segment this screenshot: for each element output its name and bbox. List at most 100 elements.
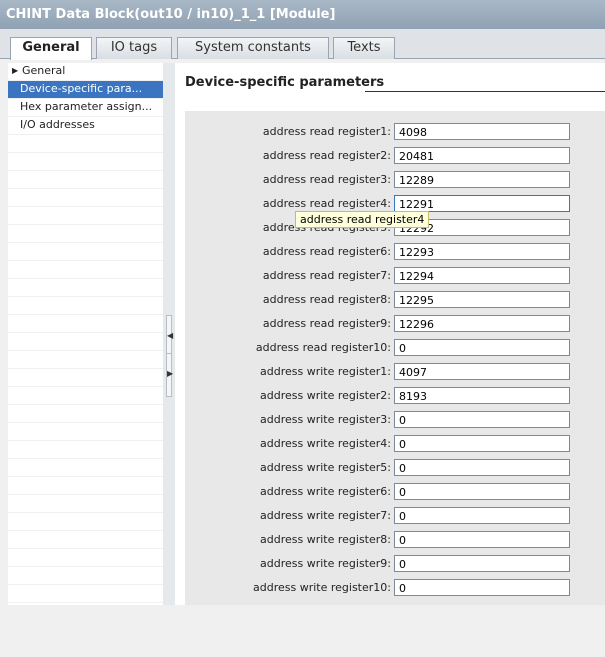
param-row: address read register1: 4098 [185,121,605,145]
tab-system-constants[interactable]: System constants [177,37,329,59]
param-row: address read register2: 20481 [185,145,605,169]
param-label: address write register2: [260,389,391,402]
panel-splitter[interactable]: ◀ ▶ [163,63,175,605]
tooltip: address read register4 [295,211,430,228]
param-row: address write register4: 0 [185,433,605,457]
param-row: address read register6: 12293 [185,241,605,265]
nav-empty-row [8,405,163,423]
nav-item-io-addresses[interactable]: I/O addresses [8,117,163,135]
param-input[interactable]: 12289 [394,171,570,188]
parameters-panel: Device-specific parameters address read … [175,63,605,605]
param-input[interactable]: 12296 [394,315,570,332]
param-row: address write register9: 0 [185,553,605,577]
nav-empty-row [8,261,163,279]
nav-item-device-specific[interactable]: Device-specific para... [8,81,163,99]
nav-empty-row [8,387,163,405]
param-label: address write register8: [260,533,391,546]
param-row: address write register10: 0 [185,577,605,601]
tab-io-tags[interactable]: IO tags [96,37,172,59]
param-input[interactable]: 12295 [394,291,570,308]
param-label: address read register7: [262,269,391,282]
param-label: address read register4: [262,197,391,210]
nav-empty-row [8,369,163,387]
param-input[interactable]: 12293 [394,243,570,260]
param-label: address read register8: [262,293,391,306]
tab-general[interactable]: General [10,37,92,60]
param-input[interactable]: 12294 [394,267,570,284]
nav-item-hex-parameter[interactable]: Hex parameter assign... [8,99,163,117]
param-row: address write register6: 0 [185,481,605,505]
nav-empty-row [8,423,163,441]
param-label: address write register9: [260,557,391,570]
nav-empty-row [8,153,163,171]
nav-item-label: Device-specific para... [20,82,143,95]
nav-empty-row [8,207,163,225]
expand-right-button[interactable]: ▶ [166,353,174,397]
expand-arrow-icon[interactable]: ▶ [12,63,18,79]
nav-empty-row [8,567,163,585]
param-input[interactable]: 0 [394,483,570,500]
nav-empty-row [8,639,163,657]
nav-empty-row [8,441,163,459]
param-label: address write register3: [260,413,391,426]
nav-item-general[interactable]: ▶ General [8,63,163,81]
nav-empty-row [8,495,163,513]
nav-empty-row [8,459,163,477]
nav-empty-row [8,297,163,315]
section-divider [365,91,605,92]
param-row: address write register3: 0 [185,409,605,433]
navigation-tree: ▶ General Device-specific para... Hex pa… [8,63,164,657]
nav-item-label: Hex parameter assign... [20,100,153,113]
param-label: address write register7: [260,509,391,522]
param-label: address write register10: [253,581,391,594]
param-row: address write register5: 0 [185,457,605,481]
param-label: address read register1: [262,125,391,138]
param-row: address write register2: 8193 [185,385,605,409]
param-label: address read register3: [262,173,391,186]
chevron-left-icon: ◀ [167,331,174,340]
nav-empty-row [8,225,163,243]
param-row: address read register8: 12295 [185,289,605,313]
param-label: address write register5: [260,461,391,474]
param-label: address read register2: [262,149,391,162]
tab-texts[interactable]: Texts [333,37,395,59]
window-title: CHINT Data Block(out10 / in10)_1_1 [Modu… [0,0,605,29]
param-label: address write register1: [260,365,391,378]
param-input[interactable]: 0 [394,579,570,596]
param-row: address write register7: 0 [185,505,605,529]
nav-empty-row [8,603,163,621]
param-label: address read register10: [255,341,391,354]
nav-empty-row [8,171,163,189]
tab-bar: General IO tags System constants Texts [0,29,605,60]
param-input[interactable]: 0 [394,339,570,356]
param-row: address write register1: 4097 [185,361,605,385]
param-row: address write register8: 0 [185,529,605,553]
param-input[interactable]: 0 [394,411,570,428]
param-input[interactable]: 0 [394,531,570,548]
section-title: Device-specific parameters [185,75,385,90]
param-input[interactable]: 12291 [394,195,570,212]
param-input[interactable]: 0 [394,435,570,452]
nav-empty-row [8,279,163,297]
param-input[interactable]: 4098 [394,123,570,140]
param-label: address write register4: [260,437,391,450]
chevron-right-icon: ▶ [167,369,174,378]
nav-empty-row [8,585,163,603]
nav-empty-row [8,189,163,207]
param-input[interactable]: 0 [394,459,570,476]
param-input[interactable]: 0 [394,507,570,524]
param-input[interactable]: 20481 [394,147,570,164]
param-label: address read register6: [262,245,391,258]
param-row: address read register3: 12289 [185,169,605,193]
param-row: address read register9: 12296 [185,313,605,337]
param-input[interactable]: 0 [394,555,570,572]
nav-empty-row [8,333,163,351]
nav-empty-row [8,549,163,567]
param-row: address read register7: 12294 [185,265,605,289]
nav-empty-row [8,243,163,261]
nav-empty-row [8,477,163,495]
param-input[interactable]: 8193 [394,387,570,404]
nav-empty-row [8,621,163,639]
nav-empty-row [8,531,163,549]
param-input[interactable]: 4097 [394,363,570,380]
